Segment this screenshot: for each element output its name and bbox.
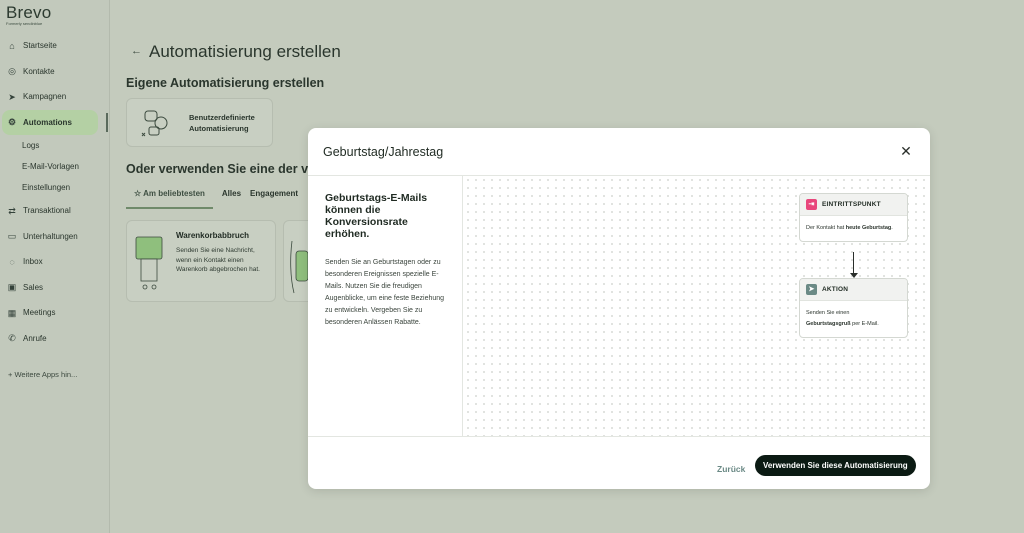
action-node-text: Senden Sie einen bbox=[806, 310, 850, 316]
transactional-icon: ⇄ bbox=[8, 205, 16, 216]
entry-node-text-bold: heute Geburtstag bbox=[845, 225, 892, 231]
send-icon: ➤ bbox=[8, 91, 16, 102]
template-tabs: ☆ Am beliebtesten Alles Engagement bbox=[126, 189, 307, 209]
sidebar-subitem-settings[interactable]: Einstellungen bbox=[0, 177, 110, 198]
custom-card-label-2: Automatisierung bbox=[189, 124, 249, 133]
action-node-text-end: per E-Mail. bbox=[850, 321, 879, 327]
templates-section-title: Oder verwenden Sie eine der vor bbox=[126, 162, 321, 176]
page-title: Automatisierung erstellen bbox=[149, 42, 341, 61]
sidebar-item-automations[interactable]: ⚙ Automations bbox=[2, 109, 108, 135]
sales-icon: ▣ bbox=[7, 282, 17, 293]
entry-node-text: Der Kontakt hat bbox=[806, 225, 846, 231]
sidebar-item-label: Startseite bbox=[23, 41, 57, 51]
modal-info-panel: Geburtstags-E-Mails können die Konversio… bbox=[308, 176, 463, 436]
sidebar-item-startseite[interactable]: ⌂ Startseite bbox=[0, 33, 110, 59]
action-node[interactable]: ➤ AKTION Senden Sie einen Geburtstagsgru… bbox=[799, 278, 908, 338]
tab-popular[interactable]: ☆ Am beliebtesten bbox=[126, 189, 213, 209]
sidebar-item-sales[interactable]: ▣ Sales bbox=[0, 275, 110, 301]
action-node-text-bold: Geburtstagsgruß bbox=[806, 321, 851, 327]
sidebar-item-label: Inbox bbox=[23, 257, 43, 267]
logo-text: Brevo bbox=[6, 3, 52, 22]
template-card-cart-abandonment[interactable]: Warenkorbabbruch Senden Sie eine Nachric… bbox=[126, 220, 276, 302]
sidebar-item-label: Unterhaltungen bbox=[23, 231, 78, 241]
sidebar-item-label: Kontakte bbox=[23, 66, 55, 76]
sidebar-nav: ⌂ Startseite ◎ Kontakte ➤ Kampagnen ⚙ Au… bbox=[0, 33, 110, 351]
sidebar-item-transaktional[interactable]: ⇄ Transaktional bbox=[0, 198, 110, 224]
phone-icon: ✆ bbox=[8, 333, 16, 344]
calendar-icon: ▦ bbox=[7, 307, 17, 318]
sidebar-subitem-email-templates[interactable]: E-Mail-Vorlagen bbox=[0, 156, 110, 177]
custom-automation-card[interactable]: Benutzerdefinierte Automatisierung bbox=[126, 98, 273, 147]
sidebar-subitem-logs[interactable]: Logs bbox=[0, 135, 110, 156]
custom-section-title: Eigene Automatisierung erstellen bbox=[126, 76, 325, 90]
brevo-logo[interactable]: Brevo Formerly sendinblue bbox=[6, 3, 51, 26]
automation-icon: ⚙ bbox=[7, 117, 17, 128]
chat-icon: ▭ bbox=[7, 231, 17, 242]
back-arrow-icon[interactable]: ← bbox=[131, 45, 142, 57]
flow-connector bbox=[853, 252, 854, 275]
use-automation-button[interactable]: Verwenden Sie diese Automatisierung bbox=[755, 455, 916, 476]
tab-popular-label: Am beliebtesten bbox=[143, 189, 205, 198]
sidebar-item-label: Kampagnen bbox=[23, 92, 67, 102]
sidebar: Brevo Formerly sendinblue ⌂ Startseite ◎… bbox=[0, 0, 110, 533]
entry-icon: ⇥ bbox=[806, 199, 817, 210]
workflow-canvas[interactable]: ⇥ EINTRITTSPUNKT Der Kontakt hat heute G… bbox=[464, 176, 930, 436]
modal-heading: Geburtstags-E-Mails können die Konversio… bbox=[325, 192, 428, 240]
action-node-label: AKTION bbox=[822, 286, 849, 293]
sidebar-item-anrufe[interactable]: ✆ Anrufe bbox=[0, 326, 110, 352]
send-icon: ➤ bbox=[806, 284, 817, 295]
entry-node-body: Der Kontakt hat heute Geburtstag. bbox=[800, 216, 907, 241]
sidebar-item-kontakte[interactable]: ◎ Kontakte bbox=[0, 59, 110, 85]
close-icon[interactable]: ✕ bbox=[899, 144, 913, 158]
action-node-body: Senden Sie einen Geburtstagsgruß per E-M… bbox=[800, 301, 907, 337]
inbox-icon: ◌ bbox=[9, 256, 15, 267]
tab-engagement[interactable]: Engagement bbox=[250, 189, 298, 209]
custom-card-label: Benutzerdefinierte bbox=[189, 113, 255, 122]
sidebar-item-label: Meetings bbox=[23, 308, 56, 318]
sidebar-item-label: Anrufe bbox=[23, 333, 47, 343]
entry-node-header: ⇥ EINTRITTSPUNKT bbox=[800, 194, 907, 216]
modal-header: Geburtstag/Jahrestag bbox=[308, 128, 930, 176]
template-card-description: Senden Sie eine Nachricht, wenn ein Kont… bbox=[176, 247, 260, 273]
entry-node-label: EINTRITTSPUNKT bbox=[822, 201, 881, 208]
more-apps-link[interactable]: + Weitere Apps hin... bbox=[8, 370, 77, 379]
sidebar-item-inbox[interactable]: ◌ Inbox bbox=[0, 249, 110, 275]
tab-all[interactable]: Alles bbox=[222, 189, 241, 209]
sidebar-item-label: Automations bbox=[23, 117, 72, 127]
automation-preview-modal: Geburtstag/Jahrestag ✕ Geburtstags-E-Mai… bbox=[308, 128, 930, 489]
modal-title: Geburtstag/Jahrestag bbox=[323, 144, 444, 159]
action-node-header: ➤ AKTION bbox=[800, 279, 907, 301]
template-card-title: Warenkorbabbruch bbox=[176, 231, 250, 240]
sidebar-item-kampagnen[interactable]: ➤ Kampagnen bbox=[0, 84, 110, 110]
entry-node-text-end: . bbox=[891, 225, 893, 231]
sidebar-item-meetings[interactable]: ▦ Meetings bbox=[0, 300, 110, 326]
back-button[interactable]: Zurück bbox=[717, 464, 745, 474]
sidebar-item-label: Sales bbox=[23, 282, 44, 292]
modal-description: Senden Sie an Geburtstagen oder zu beson… bbox=[325, 259, 445, 326]
modal-footer: Zurück Verwenden Sie diese Automatisieru… bbox=[308, 436, 930, 489]
entry-point-node[interactable]: ⇥ EINTRITTSPUNKT Der Kontakt hat heute G… bbox=[799, 193, 908, 242]
custom-automation-illustration bbox=[141, 110, 168, 137]
sidebar-item-label: Transaktional bbox=[23, 206, 71, 216]
sidebar-item-unterhaltungen[interactable]: ▭ Unterhaltungen bbox=[0, 224, 110, 250]
template-illustration bbox=[290, 240, 309, 294]
contacts-icon: ◎ bbox=[8, 66, 16, 77]
home-icon: ⌂ bbox=[9, 40, 15, 51]
cart-illustration bbox=[135, 236, 163, 290]
